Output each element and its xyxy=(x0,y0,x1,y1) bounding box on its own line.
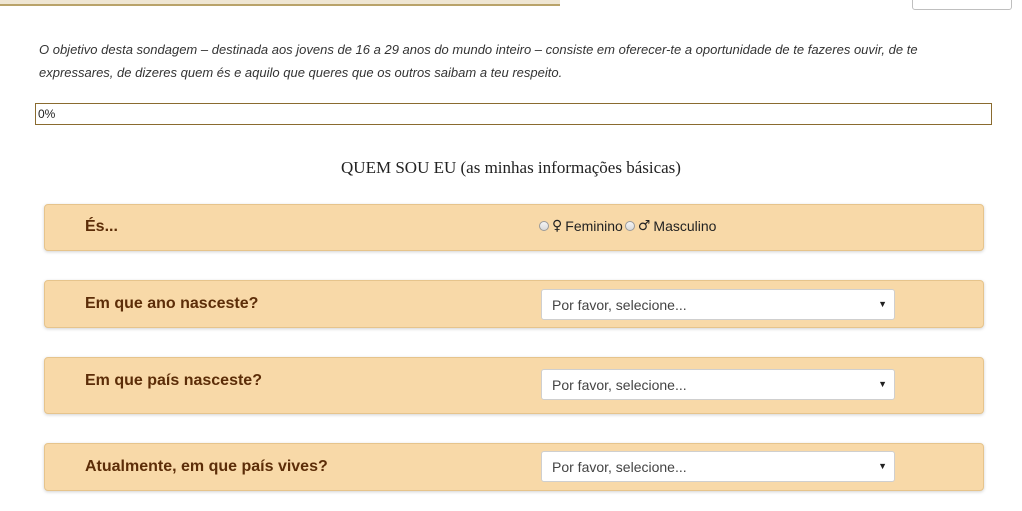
header-button[interactable] xyxy=(912,0,1012,10)
progress-label: 0% xyxy=(38,107,56,121)
header-strip xyxy=(0,0,560,6)
option-label-masculino[interactable]: Masculino xyxy=(653,218,716,234)
question-label: Em que país nasceste? xyxy=(85,372,262,389)
birth-year-select[interactable]: Por favor, selecione... ▼ xyxy=(541,289,895,320)
male-symbol-icon: ♂ xyxy=(637,218,651,234)
female-symbol-icon: ♀ xyxy=(552,218,563,234)
current-country-select[interactable]: Por favor, selecione... ▼ xyxy=(541,451,895,482)
question-gender: És... ♀ Feminino ♂ Masculino xyxy=(44,204,984,251)
question-birth-country: Em que país nasceste? Por favor, selecio… xyxy=(44,357,984,414)
option-label-feminino[interactable]: Feminino xyxy=(565,218,623,234)
section-title: QUEM SOU EU (as minhas informações básic… xyxy=(341,158,681,177)
birth-country-select[interactable]: Por favor, selecione... ▼ xyxy=(541,369,895,400)
radio-masculino[interactable] xyxy=(624,221,635,231)
radio-feminino[interactable] xyxy=(539,221,549,231)
question-label: Em que ano nasceste? xyxy=(85,295,259,312)
progress-bar: 0% xyxy=(35,103,992,125)
question-current-country: Atualmente, em que país vives? Por favor… xyxy=(44,443,984,491)
question-label: Atualmente, em que país vives? xyxy=(85,458,328,475)
question-label: És... xyxy=(85,218,118,235)
chevron-down-icon: ▼ xyxy=(878,299,887,309)
chevron-down-icon: ▼ xyxy=(878,379,887,389)
chevron-down-icon: ▼ xyxy=(878,461,887,471)
select-value: Por favor, selecione... xyxy=(552,459,687,475)
gender-options: ♀ Feminino ♂ Masculino xyxy=(539,218,718,234)
select-value: Por favor, selecione... xyxy=(552,377,687,393)
question-birth-year: Em que ano nasceste? Por favor, selecion… xyxy=(44,280,984,328)
intro-text: O objetivo desta sondagem – destinada ao… xyxy=(39,42,918,80)
select-value: Por favor, selecione... xyxy=(552,297,687,313)
